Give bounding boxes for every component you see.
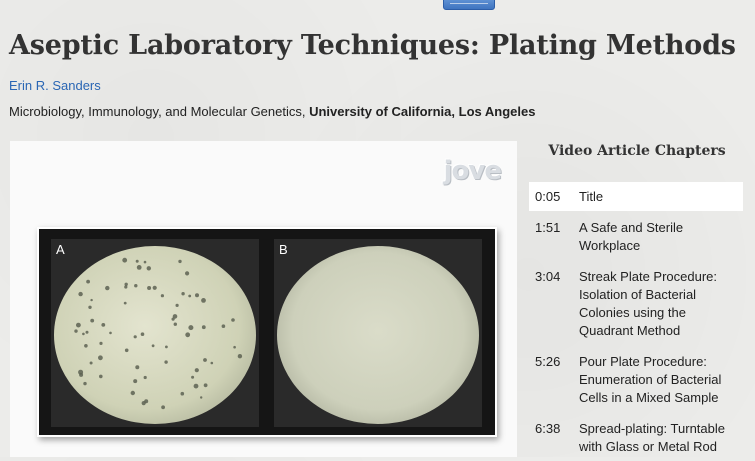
colony (89, 361, 93, 365)
colony (86, 279, 90, 284)
colony (185, 332, 191, 338)
panel-b-label: B (279, 242, 288, 257)
chapter-item[interactable]: 3:04 Streak Plate Procedure: Isolation of… (529, 260, 743, 345)
colony (201, 325, 206, 330)
chapter-time: 0:05 (535, 189, 561, 204)
colony (194, 368, 199, 373)
colony (161, 405, 165, 410)
author-link[interactable]: Erin R. Sanders (9, 78, 101, 93)
colony (130, 390, 135, 396)
chapter-time: 1:51 (535, 220, 561, 235)
chapter-label: Spread-plating: Turntable with Glass or … (579, 421, 725, 454)
colony (193, 383, 199, 389)
top-nav-tab[interactable] (443, 0, 495, 10)
colony (151, 344, 155, 348)
colony (101, 323, 106, 327)
chapters-heading: Video Article Chapters (548, 143, 726, 159)
panel-b: B (274, 239, 482, 427)
colony (195, 293, 199, 298)
colony (109, 331, 112, 335)
chapter-item[interactable]: 5:26 Pour Plate Procedure: Enumeration of… (529, 345, 743, 412)
colony (181, 292, 185, 296)
panel-a: A (51, 239, 259, 427)
colony (185, 271, 190, 276)
colony (76, 322, 81, 328)
colony (124, 348, 129, 353)
petri-dish-image: A B (37, 227, 497, 437)
chapter-item[interactable]: 0:05 Title (529, 182, 743, 211)
petri-dish-a (54, 246, 256, 424)
colony (134, 284, 138, 288)
colony (83, 381, 87, 386)
colony (175, 303, 179, 307)
colony (172, 314, 178, 319)
affiliation: Microbiology, Immunology, and Molecular … (9, 104, 535, 119)
colony (133, 379, 138, 384)
colony (231, 318, 235, 322)
petri-dish-b (277, 246, 479, 424)
colony (203, 358, 207, 362)
colony (201, 298, 206, 303)
colony (141, 401, 146, 406)
colony (74, 329, 78, 333)
colony (98, 355, 103, 361)
chapter-time: 5:26 (535, 354, 561, 369)
colony (221, 324, 226, 328)
colony (152, 285, 157, 290)
colony (88, 305, 92, 309)
chapter-label: Pour Plate Procedure: Enumeration of Bac… (579, 354, 722, 405)
colony (237, 354, 243, 359)
colony (133, 335, 137, 339)
colony (143, 375, 147, 380)
colony (99, 341, 103, 345)
colony (188, 294, 192, 298)
colony (135, 259, 139, 263)
colony (146, 266, 151, 271)
colony (122, 257, 128, 263)
colony (124, 285, 128, 289)
chapter-time: 6:38 (535, 421, 561, 436)
chapter-list: 0:05 Title 1:51 A Safe and Sterile Workplac… (529, 182, 743, 461)
colony (99, 374, 103, 379)
jove-logo: jove (443, 156, 502, 186)
colony (90, 318, 95, 323)
colony (143, 260, 147, 264)
video-player[interactable]: jove A B (10, 141, 517, 457)
colony (85, 330, 89, 334)
panel-a-label: A (56, 242, 65, 257)
chapter-item[interactable]: 6:38 Spread-plating: Turntable with Glass… (529, 412, 743, 461)
colony (200, 396, 203, 399)
colony (173, 322, 177, 326)
bacterial-colonies (74, 257, 243, 410)
colony (203, 383, 208, 388)
colony (233, 345, 236, 349)
colony (84, 344, 88, 348)
colony (78, 291, 83, 297)
colony (82, 332, 85, 336)
colony (165, 345, 168, 349)
colony (140, 332, 145, 336)
colony (191, 375, 195, 379)
chapter-label: A Safe and Sterile Workplace (579, 220, 684, 253)
colony (105, 285, 110, 291)
colony (180, 391, 185, 396)
chapter-label: Streak Plate Procedure: Isolation of Bac… (579, 269, 718, 338)
colony (147, 286, 152, 290)
colony (135, 365, 140, 370)
chapter-item[interactable]: 1:51 A Safe and Sterile Workplace (529, 211, 743, 260)
colony (78, 369, 84, 375)
chapter-label: Title (579, 189, 604, 204)
colony (164, 360, 168, 364)
colony (178, 259, 182, 264)
colony (188, 325, 194, 331)
colony (136, 265, 142, 270)
article-title: Aseptic Laboratory Techniques: Plating M… (9, 30, 736, 61)
colony (123, 301, 127, 305)
colony (90, 298, 93, 302)
colony (160, 294, 164, 298)
colony (210, 361, 214, 365)
institution-text: University of California, Los Angeles (309, 104, 536, 119)
chapter-time: 3:04 (535, 269, 561, 284)
department-text: Microbiology, Immunology, and Molecular … (9, 104, 310, 119)
